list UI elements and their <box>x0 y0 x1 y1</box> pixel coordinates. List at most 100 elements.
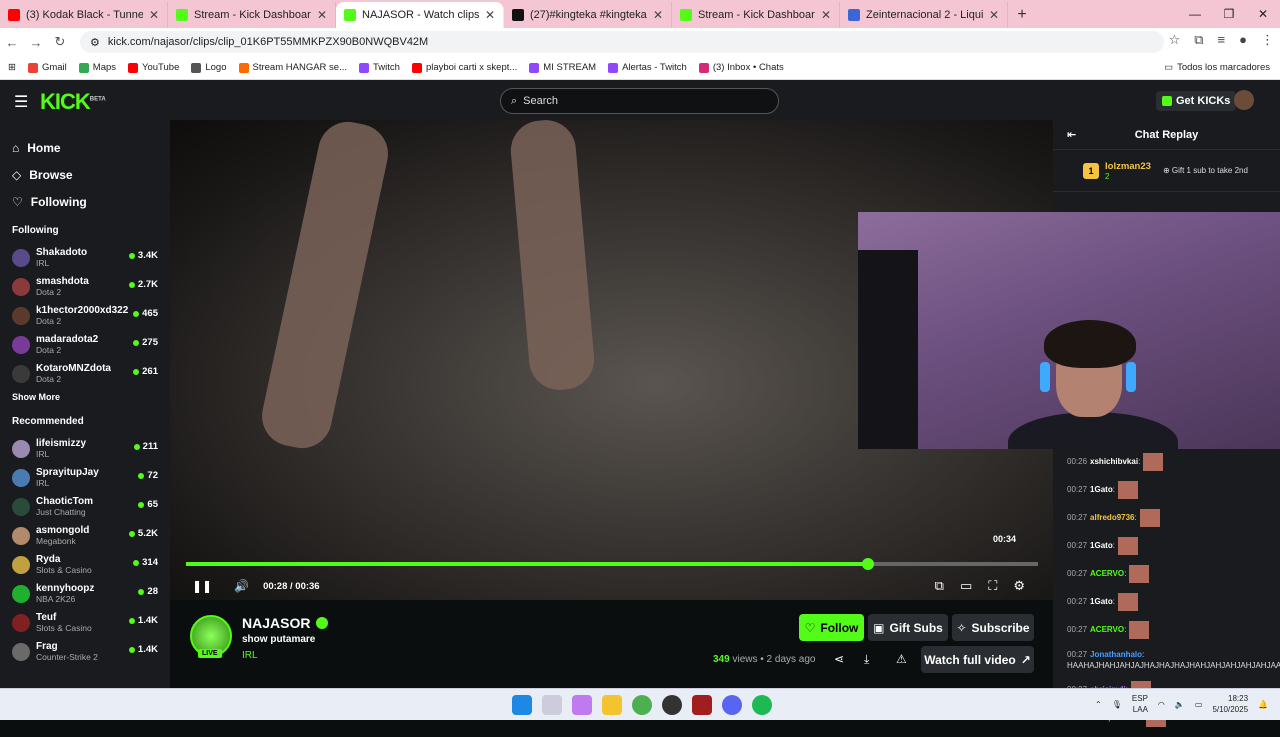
progress-knob[interactable] <box>861 558 874 570</box>
message-username[interactable]: 1Gato <box>1090 597 1113 606</box>
bookmark-playboi[interactable]: playboi carti x skept... <box>411 62 517 73</box>
spotify-icon[interactable] <box>752 695 772 715</box>
bookmark-youtube[interactable]: YouTube <box>128 62 179 73</box>
close-tab-icon[interactable]: ✕ <box>149 8 159 22</box>
bookmark-mi-stream[interactable]: MI STREAM <box>529 62 596 73</box>
close-tab-icon[interactable]: ✕ <box>989 8 999 22</box>
dota-icon[interactable] <box>692 695 712 715</box>
message-username[interactable]: 1Gato <box>1090 485 1113 494</box>
settings-icon[interactable]: ⚙ <box>1013 578 1025 594</box>
get-kicks-button[interactable]: Get KICKs <box>1156 91 1237 111</box>
message-username[interactable]: alfredo9736 <box>1090 513 1134 522</box>
maximize-icon[interactable]: ❐ <box>1212 0 1246 28</box>
sidebar-channel[interactable]: madaradota2 Dota 2 275 <box>12 330 170 359</box>
battery-icon[interactable]: ▭ <box>1195 700 1203 709</box>
message-username[interactable]: xshichibvkai <box>1090 457 1138 466</box>
clock[interactable]: 18:23 5/10/2025 <box>1212 693 1248 715</box>
obs-icon[interactable] <box>662 695 682 715</box>
browser-tab[interactable]: (27)#kingteka #kingtekadota2 ✕ <box>504 2 672 28</box>
bookmark-alertas[interactable]: Alertas - Twitch <box>608 62 687 73</box>
chrome-icon[interactable] <box>632 695 652 715</box>
mic-icon[interactable]: 🎙 <box>1112 700 1122 709</box>
wifi-icon[interactable]: ◠ <box>1158 700 1165 709</box>
minimize-icon[interactable]: — <box>1178 0 1212 28</box>
speaker-icon[interactable]: 🔈 <box>1175 700 1185 709</box>
fullscreen-icon[interactable]: ⛶ <box>988 578 997 594</box>
browser-tab[interactable]: Zeinternacional 2 - Liquipedia ✕ <box>840 2 1008 28</box>
follow-button[interactable]: ♡ Follow <box>799 614 864 641</box>
profile-icon[interactable]: ● <box>1239 32 1247 48</box>
browser-tab-active[interactable]: NAJASOR - Watch clips on ✕ <box>336 2 504 28</box>
close-window-icon[interactable]: ✕ <box>1246 0 1280 28</box>
sidebar-channel[interactable]: SprayitupJay IRL 72 <box>12 463 170 492</box>
channel-name[interactable]: NAJASOR <box>242 615 329 631</box>
kick-logo[interactable]: KICKBETA <box>40 89 106 115</box>
gift-prompt[interactable]: ⊕ Gift 1 sub to take 2nd <box>1163 166 1248 175</box>
message-username[interactable]: 1Gato <box>1090 541 1113 550</box>
all-bookmarks[interactable]: ▭ Todos los marcadores <box>1164 62 1270 73</box>
sidebar-channel[interactable]: kennyhoopz NBA 2K26 28 <box>12 579 170 608</box>
download-icon[interactable]: ⤓ <box>864 652 869 667</box>
bookmark-inbox[interactable]: (3) Inbox • Chats <box>698 62 784 73</box>
bookmark-maps[interactable]: Maps <box>78 62 116 73</box>
bookmark-stream-hangar[interactable]: Stream HANGAR se... <box>238 62 347 73</box>
tray-chevron-icon[interactable]: ⌃ <box>1095 700 1102 709</box>
sidebar-nav-following[interactable]: ♡ Following <box>12 188 170 215</box>
search-input[interactable]: ⌕ Search <box>500 88 779 114</box>
forward-icon[interactable]: → <box>24 35 48 50</box>
bookmark-gmail[interactable]: Gmail <box>27 62 67 73</box>
bookmark-twitch[interactable]: Twitch <box>359 62 400 73</box>
message-username[interactable]: ACERVO <box>1090 569 1124 578</box>
subscribe-button[interactable]: ✧ Subscribe <box>952 614 1034 641</box>
sidebar-channel[interactable]: k1hector2000xd322 Dota 2 465 <box>12 301 170 330</box>
reload-icon[interactable]: ↻ <box>48 34 72 50</box>
sidebar-channel[interactable]: ChaoticTom Just Chatting 65 <box>12 492 170 521</box>
close-tab-icon[interactable]: ✕ <box>485 8 495 22</box>
sidebar-channel[interactable]: asmongold Megabonk 5.2K <box>12 521 170 550</box>
browser-tab[interactable]: (3) Kodak Black - Tunnel Vision ✕ <box>0 2 168 28</box>
windows-start-icon[interactable] <box>512 695 532 715</box>
report-icon[interactable]: ⚠ <box>896 652 907 666</box>
chat-collapse-icon[interactable]: ⇤ <box>1067 128 1076 141</box>
discord-icon[interactable] <box>722 695 742 715</box>
sidebar-channel[interactable]: Shakadoto IRL 3.4K <box>12 243 170 272</box>
close-tab-icon[interactable]: ✕ <box>653 8 663 22</box>
clip-category[interactable]: IRL <box>242 650 258 661</box>
sidebar-channel[interactable]: Frag Counter-Strike 2 1.4K <box>12 637 170 666</box>
file-explorer-icon[interactable] <box>602 695 622 715</box>
new-tab-button[interactable]: + <box>1008 2 1036 28</box>
extensions-icon[interactable]: ⧉ <box>1194 32 1203 48</box>
bookmark-logo[interactable]: Logo <box>191 62 227 73</box>
gifter-username[interactable]: lolzman23 <box>1105 161 1151 172</box>
sidebar-channel[interactable]: smashdota Dota 2 2.7K <box>12 272 170 301</box>
volume-icon[interactable]: 🔊 <box>234 579 249 593</box>
search-icon[interactable] <box>542 695 562 715</box>
close-tab-icon[interactable]: ✕ <box>317 8 327 22</box>
sidebar-nav-browse[interactable]: ◇ Browse <box>12 161 170 188</box>
share-icon[interactable]: ⋖ <box>834 652 844 666</box>
back-icon[interactable]: ← <box>0 35 24 50</box>
browser-tab[interactable]: Stream - Kick Dashboard ✕ <box>672 2 840 28</box>
media-controls-icon[interactable]: ≡ <box>1218 32 1226 48</box>
site-info-icon[interactable]: ⚙ <box>90 36 100 49</box>
close-tab-icon[interactable]: ✕ <box>821 8 831 22</box>
notification-icon[interactable]: 🔔 <box>1258 700 1268 709</box>
theater-mode-icon[interactable]: ▭ <box>960 578 972 594</box>
apps-icon[interactable]: ⊞ <box>8 62 16 73</box>
user-avatar[interactable] <box>1234 90 1254 110</box>
sidebar-channel[interactable]: lifeismizzy IRL 211 <box>12 434 170 463</box>
miniplayer-icon[interactable]: ⧉ <box>935 578 944 594</box>
hamburger-menu-icon[interactable]: ☰ <box>14 92 28 112</box>
sidebar-nav-home[interactable]: ⌂ Home <box>12 134 170 161</box>
menu-icon[interactable]: ⋮ <box>1261 32 1274 48</box>
sidebar-channel[interactable]: Teuf Slots & Casino 1.4K <box>12 608 170 637</box>
sidebar-channel[interactable]: KotaroMNZdota Dota 2 261 <box>12 359 170 388</box>
watch-full-video-button[interactable]: Watch full video ↗ <box>921 646 1034 673</box>
copilot-icon[interactable] <box>572 695 592 715</box>
show-more-link[interactable]: Show More <box>12 392 170 406</box>
pause-icon[interactable]: ❚❚ <box>192 579 212 593</box>
message-username[interactable]: Jonathanhalo <box>1090 650 1142 659</box>
message-username[interactable]: ACERVO <box>1090 625 1124 634</box>
url-field[interactable]: ⚙ kick.com/najasor/clips/clip_01K6PT55MM… <box>80 31 1164 53</box>
gift-subs-button[interactable]: ▣ Gift Subs <box>868 614 948 641</box>
